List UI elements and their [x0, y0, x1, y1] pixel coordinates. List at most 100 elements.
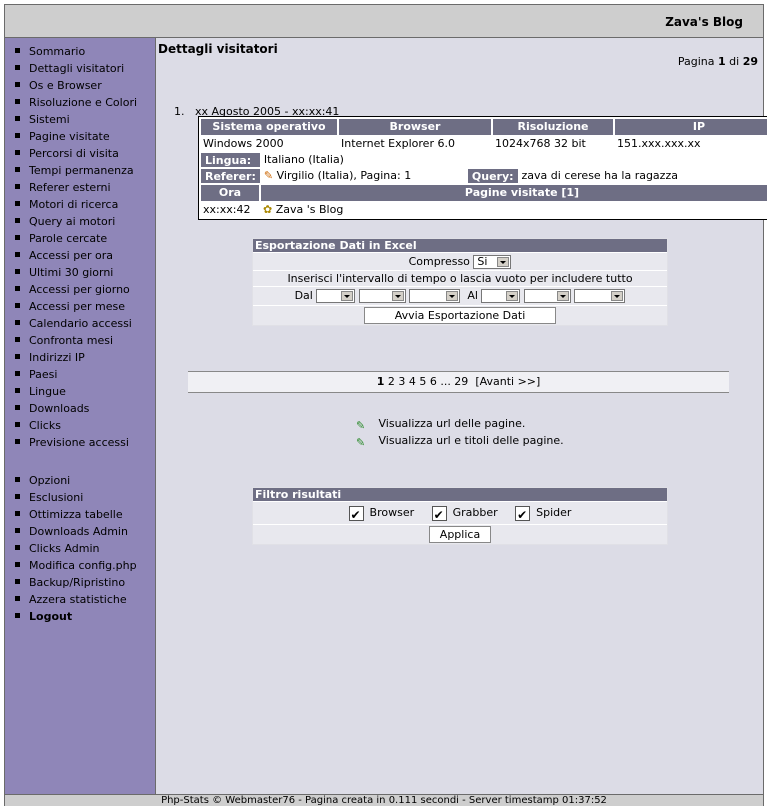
date-range-row: Dal Al [253, 286, 667, 305]
grabber-checkbox[interactable] [431, 504, 447, 526]
dal-day-select[interactable] [316, 289, 356, 303]
sidebar-item-percorsi-di-visita[interactable]: Percorsi di visita [15, 145, 137, 162]
sidebar-item-query-ai-motori[interactable]: Query ai motori [15, 213, 137, 230]
filter-title: Filtro risultati [253, 488, 667, 501]
sidebar-item-os-e-browser[interactable]: Os e Browser [15, 77, 137, 94]
pagination-bar: 1 2 3 4 5 6 ... 29 [Avanti >>] [188, 371, 729, 393]
sidebar-item-referer-esterni[interactable]: Referer esterni [15, 179, 137, 196]
bullet-icon [15, 149, 20, 155]
dal-year-select[interactable] [409, 289, 461, 303]
bullet-icon [15, 64, 20, 70]
bullet-icon [15, 578, 20, 584]
view-urls-titles-link[interactable]: ✎ Visualizza url e titoli delle pagine. [356, 432, 564, 449]
sidebar-item-tempi-permanenza[interactable]: Tempi permanenza [15, 162, 137, 179]
sidebar-item-lingue[interactable]: Lingue [15, 383, 137, 400]
sidebar-item-accessi-per-mese[interactable]: Accessi per mese [15, 298, 137, 315]
query-value: zava di cerese ha la ragazza [521, 169, 678, 182]
sidebar-item-parole-cercate[interactable]: Parole cercate [15, 230, 137, 247]
sidebar-item-paesi[interactable]: Paesi [15, 366, 137, 383]
bullet-icon [15, 476, 20, 482]
sidebar-item-accessi-per-ora[interactable]: Accessi per ora [15, 247, 137, 264]
chevron-down-icon [391, 291, 404, 301]
os-value: Windows 2000 [203, 137, 284, 150]
referer-link[interactable]: ✎ Virgilio (Italia), Pagina: 1 [262, 169, 466, 183]
excel-export-panel: Esportazione Dati in Excel Compresso Si … [252, 238, 668, 326]
bullet-icon [15, 612, 20, 618]
sidebar-item-logout[interactable]: Logout [15, 608, 137, 625]
sidebar-item-sommario[interactable]: Sommario [15, 43, 137, 60]
top-header: Zava's Blog [5, 5, 763, 38]
sidebar-item-sistemi[interactable]: Sistemi [15, 111, 137, 128]
ora-header: Ora [201, 185, 259, 201]
sidebar-item-downloads-admin[interactable]: Downloads Admin [15, 523, 137, 540]
col-browser-header: Browser [339, 119, 491, 135]
page-links[interactable]: 2 3 4 5 6 ... 29 [388, 375, 468, 388]
bullet-icon [15, 234, 20, 240]
visited-page-link[interactable]: ✿ Zava 's Blog [261, 203, 767, 217]
sidebar-item-downloads[interactable]: Downloads [15, 400, 137, 417]
export-hint: Inserisci l'intervallo di tempo o lascia… [253, 270, 667, 286]
ora-value: xx:xx:42 [203, 203, 251, 216]
sidebar-item-clicks-admin[interactable]: Clicks Admin [15, 540, 137, 557]
bullet-icon [15, 438, 20, 444]
chevron-down-icon [497, 257, 510, 267]
al-year-select[interactable] [574, 289, 626, 303]
resolution-value: 1024x768 32 bit [495, 137, 586, 150]
sidebar-item-opzioni[interactable]: Opzioni [15, 472, 137, 489]
spider-checkbox[interactable] [515, 504, 531, 526]
bullet-icon [15, 404, 20, 410]
filter-options: Browser Grabber Spider [253, 501, 667, 526]
al-month-select[interactable] [523, 289, 571, 303]
sidebar-item-dettagli-visitatori[interactable]: Dettagli visitatori [15, 60, 137, 77]
page-indicator: Pagina 1 di 29 [677, 55, 758, 68]
page-title: Dettagli visitatori [158, 42, 278, 56]
query-label: Query: [467, 169, 518, 183]
bullet-icon [15, 183, 20, 189]
compresso-label: Compresso [408, 255, 470, 268]
sidebar-item-motori-di-ricerca[interactable]: Motori di ricerca [15, 196, 137, 213]
bullet-icon [15, 527, 20, 533]
next-page-link[interactable]: [Avanti >>] [475, 375, 540, 388]
chevron-down-icon [506, 291, 519, 301]
start-export-button[interactable]: Avvia Esportazione Dati [364, 307, 556, 324]
bullet-icon [15, 421, 20, 427]
bullet-icon [15, 132, 20, 138]
view-links: ✎ Visualizza url delle pagine. ✎ Visuali… [356, 415, 564, 449]
sidebar-item-esclusioni[interactable]: Esclusioni [15, 489, 137, 506]
sidebar-item-azzera-statistiche[interactable]: Azzera statistiche [15, 591, 137, 608]
bullet-icon [15, 510, 20, 516]
sidebar-item-calendario-accessi[interactable]: Calendario accessi [15, 315, 137, 332]
export-title: Esportazione Dati in Excel [253, 239, 667, 252]
sidebar-item-modifica-config-php[interactable]: Modifica config.php [15, 557, 137, 574]
sidebar-item-backup-ripristino[interactable]: Backup/Ripristino [15, 574, 137, 591]
apply-button[interactable]: Applica [428, 526, 492, 543]
pages-visited-header: Pagine visitate [1] [261, 185, 767, 201]
sidebar-item-indirizzi-ip[interactable]: Indirizzi IP [15, 349, 137, 366]
view-urls-link[interactable]: ✎ Visualizza url delle pagine. [356, 415, 564, 432]
bullet-icon [15, 268, 20, 274]
chevron-down-icon [611, 291, 624, 301]
bullet-icon [15, 47, 20, 53]
bullet-icon [15, 319, 20, 325]
bullet-icon [15, 595, 20, 601]
dal-month-select[interactable] [358, 289, 406, 303]
compresso-select[interactable]: Si [473, 255, 512, 269]
sidebar-item-previsione-accessi[interactable]: Previsione accessi [15, 434, 137, 451]
sidebar-item-accessi-per-giorno[interactable]: Accessi per giorno [15, 281, 137, 298]
sidebar-item-risoluzione-e-colori[interactable]: Risoluzione e Colori [15, 94, 137, 111]
sidebar-item-pagine-visitate[interactable]: Pagine visitate [15, 128, 137, 145]
lingua-label: Lingua: [201, 153, 260, 167]
current-page: 1 [376, 375, 385, 388]
col-os-header: Sistema operativo [201, 119, 337, 135]
browser-checkbox[interactable] [348, 504, 364, 526]
al-day-select[interactable] [481, 289, 521, 303]
sidebar-item-confronta-mesi[interactable]: Confronta mesi [15, 332, 137, 349]
sidebar-item-ultimi-30-giorni[interactable]: Ultimi 30 giorni [15, 264, 137, 281]
page-icon: ✿ [263, 203, 273, 216]
app-frame: Zava's Blog Sommario Dettagli visitatori O… [4, 4, 767, 806]
bullet-icon [15, 370, 20, 376]
bullet-icon [15, 251, 20, 257]
chevron-down-icon [446, 291, 459, 301]
sidebar-item-ottimizza-tabelle[interactable]: Ottimizza tabelle [15, 506, 137, 523]
sidebar-item-clicks[interactable]: Clicks [15, 417, 137, 434]
